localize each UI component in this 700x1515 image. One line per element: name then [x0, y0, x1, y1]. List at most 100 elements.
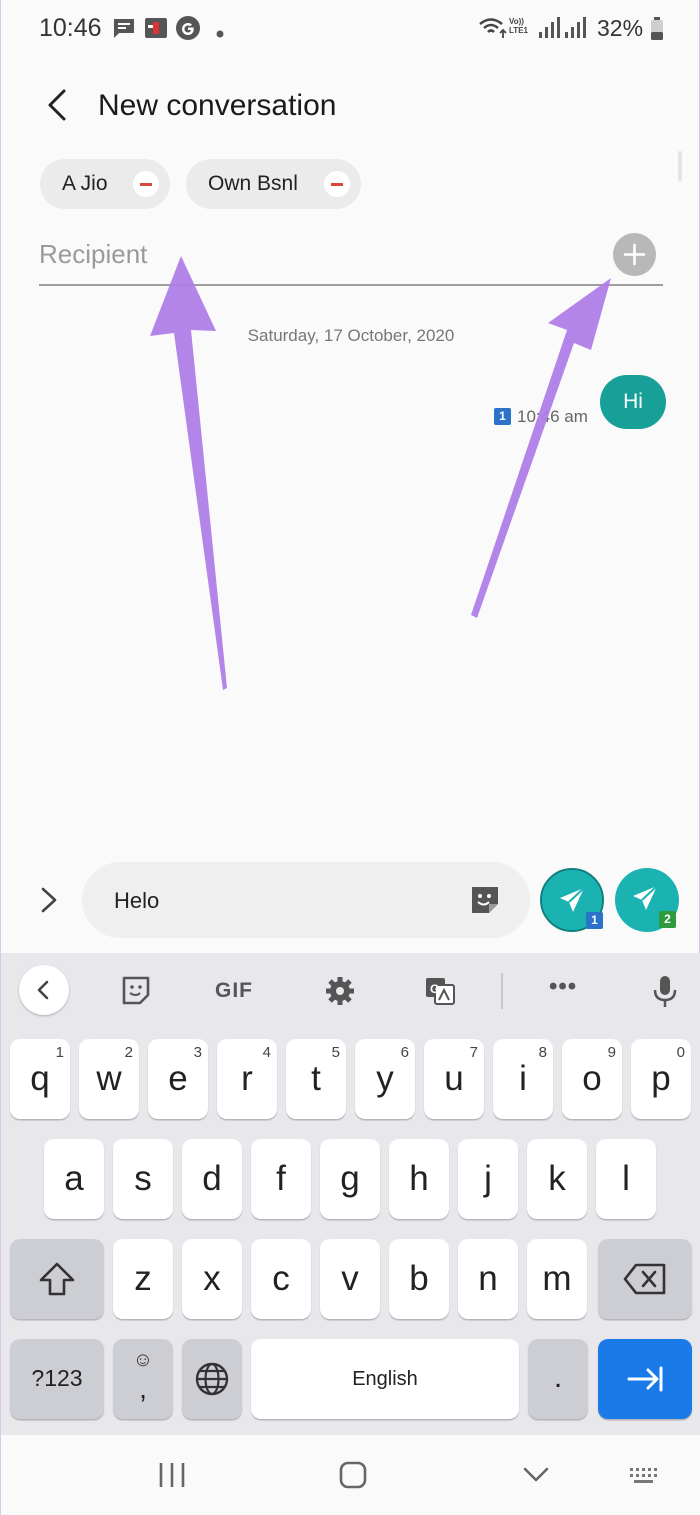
home-button[interactable]	[328, 1455, 378, 1495]
scrollbar-thumb[interactable]	[678, 151, 682, 181]
key-z[interactable]: z	[113, 1239, 173, 1319]
hide-keyboard-button[interactable]	[511, 1455, 561, 1495]
recent-apps-button[interactable]	[147, 1455, 197, 1495]
key-i[interactable]: i8	[493, 1039, 553, 1119]
key-n[interactable]: n	[458, 1239, 518, 1319]
period-key[interactable]: .	[528, 1339, 588, 1419]
send-sim1-button[interactable]: 1	[540, 868, 604, 932]
key-label: o	[582, 1059, 602, 1098]
voice-input-button[interactable]	[645, 971, 685, 1011]
key-number-hint: 2	[124, 1044, 133, 1061]
back-button[interactable]	[31, 80, 81, 130]
key-label: i	[519, 1059, 527, 1098]
key-d[interactable]: d	[182, 1139, 242, 1219]
shift-key[interactable]	[10, 1239, 104, 1319]
recipient-chip-label: A Jio	[62, 172, 108, 195]
keyboard-collapse-button[interactable]	[19, 965, 69, 1015]
sticker-button[interactable]	[468, 883, 502, 917]
emoji-icon: ☺	[132, 1349, 154, 1371]
key-m[interactable]: m	[527, 1239, 587, 1319]
key-q[interactable]: q1	[10, 1039, 70, 1119]
recipient-chip-a-jio[interactable]: A Jio	[40, 159, 170, 209]
backspace-key[interactable]	[598, 1239, 692, 1319]
key-t[interactable]: t5	[286, 1039, 346, 1119]
key-label: u	[444, 1059, 464, 1098]
key-label: k	[548, 1159, 566, 1198]
key-b[interactable]: b	[389, 1239, 449, 1319]
key-e[interactable]: e3	[148, 1039, 208, 1119]
keyboard-switch-button[interactable]	[620, 1455, 670, 1495]
key-number-hint: 0	[676, 1044, 685, 1061]
key-c[interactable]: c	[251, 1239, 311, 1319]
key-label: y	[376, 1059, 394, 1098]
wifi-calling-icon	[478, 16, 508, 45]
back-arrow-icon	[48, 89, 66, 121]
key-p[interactable]: p0	[631, 1039, 691, 1119]
enter-key[interactable]	[598, 1339, 692, 1419]
gear-icon	[326, 977, 354, 1005]
keyboard-translate-button[interactable]: G	[420, 971, 460, 1011]
key-k[interactable]: k	[527, 1139, 587, 1219]
home-icon	[339, 1461, 367, 1489]
key-y[interactable]: y6	[355, 1039, 415, 1119]
keyboard: GIF G ••• q1 w2 e3 r4 t5 y6 u7 i8 o9 p0 …	[1, 953, 700, 1435]
key-label: ?123	[31, 1365, 83, 1391]
keyboard-settings-button[interactable]	[320, 971, 360, 1011]
page-title: New conversation	[98, 89, 337, 122]
key-l[interactable]: l	[596, 1139, 656, 1219]
key-number-hint: 8	[538, 1044, 547, 1061]
key-label: w	[96, 1059, 122, 1098]
language-key[interactable]	[182, 1339, 242, 1419]
translate-icon: G	[426, 978, 455, 1005]
key-r[interactable]: r4	[217, 1039, 277, 1119]
app-header: New conversation	[1, 70, 700, 140]
tab-next-icon	[627, 1366, 663, 1392]
remove-recipient-button[interactable]	[133, 171, 159, 197]
volte-line-1: Vo))	[509, 17, 524, 26]
key-label: g	[340, 1159, 360, 1198]
gif-button[interactable]: GIF	[215, 979, 253, 1003]
signal-sim1-icon	[538, 16, 560, 45]
sticker-icon	[122, 976, 150, 1005]
status-time: 10:46	[39, 14, 102, 42]
volte-indicator: Vo)) LTE1	[509, 17, 528, 35]
key-h[interactable]: h	[389, 1139, 449, 1219]
send-sim2-button[interactable]: 2	[615, 868, 679, 932]
toolbar-divider	[501, 973, 503, 1009]
key-label: p	[651, 1059, 671, 1098]
symbols-key[interactable]: ?123	[10, 1339, 104, 1419]
message-composer[interactable]: Helo	[82, 862, 530, 938]
recipient-input[interactable]	[39, 234, 599, 274]
key-j[interactable]: j	[458, 1139, 518, 1219]
message-bubble[interactable]: Hi	[600, 375, 666, 429]
key-g[interactable]: g	[320, 1139, 380, 1219]
key-a[interactable]: a	[44, 1139, 104, 1219]
sim1-badge: 1	[586, 912, 603, 929]
key-number-hint: 5	[331, 1044, 340, 1061]
key-number-hint: 6	[400, 1044, 409, 1061]
key-v[interactable]: v	[320, 1239, 380, 1319]
key-label: English	[352, 1368, 418, 1390]
key-o[interactable]: o9	[562, 1039, 622, 1119]
space-key[interactable]: English	[251, 1339, 519, 1419]
more-notifications-dot	[216, 25, 224, 43]
key-x[interactable]: x	[182, 1239, 242, 1319]
emoji-comma-key[interactable]: ☺ ,	[113, 1339, 173, 1419]
volte-line-2: LTE1	[509, 26, 528, 35]
key-s[interactable]: s	[113, 1139, 173, 1219]
key-number-hint: 9	[607, 1044, 616, 1061]
key-label: r	[241, 1059, 253, 1098]
sticker-icon	[472, 887, 498, 913]
svg-text:G: G	[430, 982, 439, 996]
remove-recipient-button[interactable]	[324, 171, 350, 197]
message-input-text[interactable]: Helo	[114, 888, 159, 914]
keyboard-more-button[interactable]: •••	[549, 973, 577, 1001]
key-f[interactable]: f	[251, 1139, 311, 1219]
key-u[interactable]: u7	[424, 1039, 484, 1119]
expand-attachments-button[interactable]	[31, 880, 67, 920]
keyboard-sticker-button[interactable]	[116, 971, 156, 1011]
key-label: ,	[139, 1373, 147, 1404]
recipient-chip-own-bsnl[interactable]: Own Bsnl	[186, 159, 361, 209]
add-recipient-button[interactable]	[613, 233, 656, 276]
key-w[interactable]: w2	[79, 1039, 139, 1119]
